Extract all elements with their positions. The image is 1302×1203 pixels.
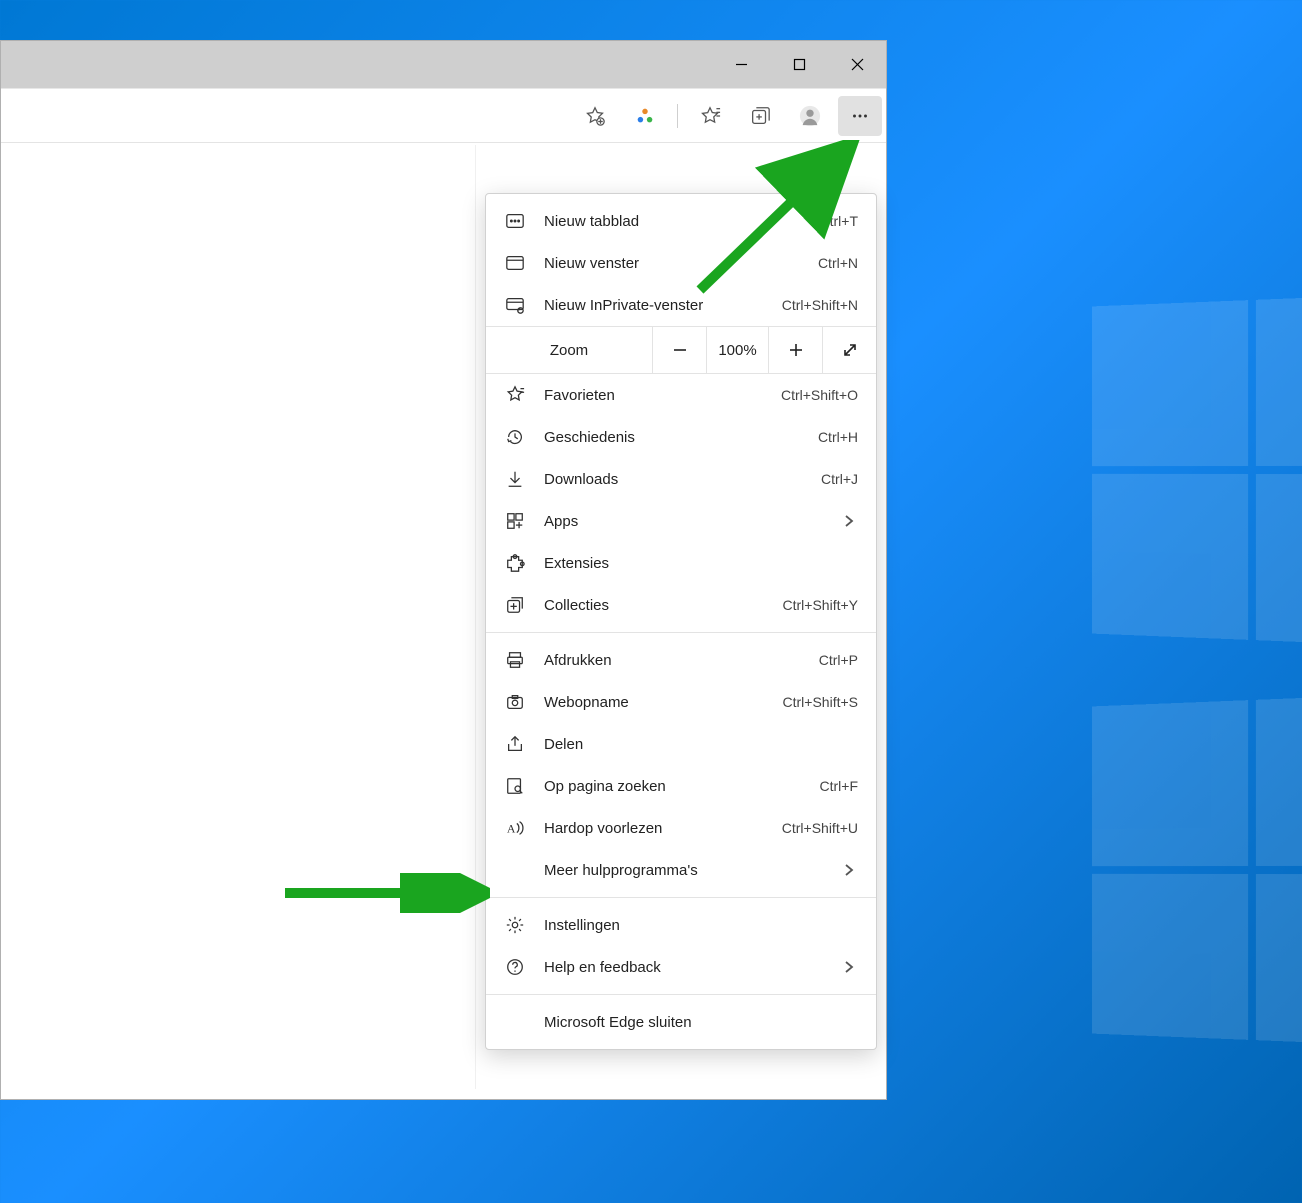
menu-item-favorites[interactable]: Favorieten Ctrl+Shift+O xyxy=(486,374,876,416)
menu-item-settings[interactable]: Instellingen xyxy=(486,904,876,946)
history-icon xyxy=(504,426,526,448)
menu-item-collections[interactable]: Collecties Ctrl+Shift+Y xyxy=(486,584,876,626)
menu-shortcut: Ctrl+Shift+Y xyxy=(783,597,858,613)
menu-label: Extensies xyxy=(544,555,858,572)
menu-shortcut: Ctrl+F xyxy=(820,778,859,794)
toolbar-separator xyxy=(677,104,678,128)
collections-icon[interactable] xyxy=(738,96,782,136)
new-tab-icon xyxy=(504,210,526,232)
chevron-right-icon xyxy=(840,960,858,974)
menu-label: Instellingen xyxy=(544,917,858,934)
menu-item-read-aloud[interactable]: A Hardop voorlezen Ctrl+Shift+U xyxy=(486,807,876,849)
menu-label: Nieuw InPrivate-venster xyxy=(544,297,764,314)
menu-divider xyxy=(486,632,876,633)
page-content xyxy=(10,145,476,1089)
minimize-button[interactable] xyxy=(712,41,770,88)
menu-item-print[interactable]: Afdrukken Ctrl+P xyxy=(486,639,876,681)
menu-label: Microsoft Edge sluiten xyxy=(544,1014,858,1031)
read-aloud-icon: A xyxy=(504,817,526,839)
settings-menu: Nieuw tabblad Ctrl+T Nieuw venster Ctrl+… xyxy=(485,193,877,1050)
menu-shortcut: Ctrl+Shift+S xyxy=(783,694,858,710)
toolbar xyxy=(1,88,886,143)
menu-shortcut: Ctrl+T xyxy=(820,213,859,229)
menu-shortcut: Ctrl+Shift+N xyxy=(782,297,858,313)
share-icon xyxy=(504,733,526,755)
menu-item-new-tab[interactable]: Nieuw tabblad Ctrl+T xyxy=(486,200,876,242)
menu-item-downloads[interactable]: Downloads Ctrl+J xyxy=(486,458,876,500)
extension-icon[interactable] xyxy=(623,96,667,136)
chevron-right-icon xyxy=(840,863,858,877)
windows-logo-decoration xyxy=(1092,693,1302,1047)
print-icon xyxy=(504,649,526,671)
close-button[interactable] xyxy=(828,41,886,88)
menu-label: Nieuw tabblad xyxy=(544,213,802,230)
zoom-value: 100% xyxy=(706,327,768,373)
new-window-icon xyxy=(504,252,526,274)
menu-shortcut: Ctrl+Shift+O xyxy=(781,387,858,403)
menu-label: Delen xyxy=(544,736,858,753)
menu-shortcut: Ctrl+J xyxy=(821,471,858,487)
menu-item-more-tools[interactable]: Meer hulpprogramma's xyxy=(486,849,876,891)
menu-label: Op pagina zoeken xyxy=(544,778,802,795)
menu-label: Webopname xyxy=(544,694,765,711)
apps-icon xyxy=(504,510,526,532)
menu-item-new-window[interactable]: Nieuw venster Ctrl+N xyxy=(486,242,876,284)
profile-icon[interactable] xyxy=(788,96,832,136)
zoom-row: Zoom 100% xyxy=(486,326,876,374)
fullscreen-button[interactable] xyxy=(822,327,876,373)
menu-divider xyxy=(486,994,876,995)
menu-label: Hardop voorlezen xyxy=(544,820,764,837)
menu-divider xyxy=(486,897,876,898)
menu-item-history[interactable]: Geschiedenis Ctrl+H xyxy=(486,416,876,458)
menu-item-close-edge[interactable]: Microsoft Edge sluiten xyxy=(486,1001,876,1043)
menu-label: Meer hulpprogramma's xyxy=(544,862,822,879)
find-icon xyxy=(504,775,526,797)
menu-label: Nieuw venster xyxy=(544,255,800,272)
browser-window: Nieuw tabblad Ctrl+T Nieuw venster Ctrl+… xyxy=(0,40,887,1100)
menu-item-find[interactable]: Op pagina zoeken Ctrl+F xyxy=(486,765,876,807)
maximize-button[interactable] xyxy=(770,41,828,88)
menu-label: Downloads xyxy=(544,471,803,488)
web-capture-icon xyxy=(504,691,526,713)
add-favorite-icon[interactable] xyxy=(573,96,617,136)
menu-shortcut: Ctrl+P xyxy=(819,652,858,668)
windows-logo-decoration xyxy=(1092,293,1302,647)
menu-item-web-capture[interactable]: Webopname Ctrl+Shift+S xyxy=(486,681,876,723)
zoom-out-button[interactable] xyxy=(652,327,706,373)
menu-shortcut: Ctrl+N xyxy=(818,255,858,271)
favorites-bar-icon[interactable] xyxy=(688,96,732,136)
menu-label: Geschiedenis xyxy=(544,429,800,446)
titlebar xyxy=(1,41,886,88)
inprivate-icon xyxy=(504,294,526,316)
downloads-icon xyxy=(504,468,526,490)
collections-icon xyxy=(504,594,526,616)
settings-icon xyxy=(504,914,526,936)
zoom-label: Zoom xyxy=(486,327,652,373)
menu-label: Help en feedback xyxy=(544,959,822,976)
menu-item-share[interactable]: Delen xyxy=(486,723,876,765)
blank-icon xyxy=(504,1011,526,1033)
menu-label: Afdrukken xyxy=(544,652,801,669)
menu-shortcut: Ctrl+Shift+U xyxy=(782,820,858,836)
menu-item-inprivate[interactable]: Nieuw InPrivate-venster Ctrl+Shift+N xyxy=(486,284,876,326)
chevron-right-icon xyxy=(840,514,858,528)
extensions-icon xyxy=(504,552,526,574)
svg-text:A: A xyxy=(507,822,516,836)
menu-shortcut: Ctrl+H xyxy=(818,429,858,445)
menu-label: Collecties xyxy=(544,597,765,614)
menu-item-extensions[interactable]: Extensies xyxy=(486,542,876,584)
more-menu-button[interactable] xyxy=(838,96,882,136)
menu-item-help[interactable]: Help en feedback xyxy=(486,946,876,988)
menu-item-apps[interactable]: Apps xyxy=(486,500,876,542)
menu-label: Favorieten xyxy=(544,387,763,404)
favorites-icon xyxy=(504,384,526,406)
help-icon xyxy=(504,956,526,978)
zoom-in-button[interactable] xyxy=(768,327,822,373)
blank-icon xyxy=(504,859,526,881)
menu-label: Apps xyxy=(544,513,822,530)
